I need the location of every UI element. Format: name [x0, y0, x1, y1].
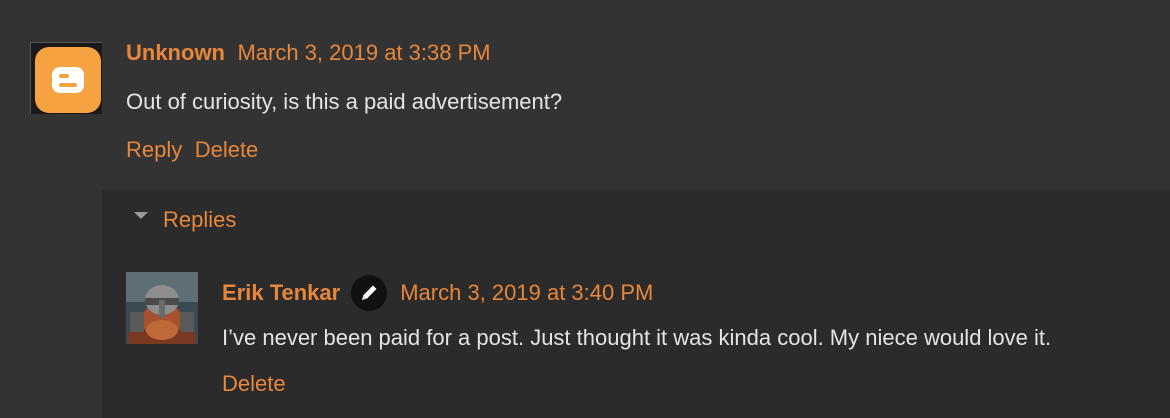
comment-author[interactable]: Unknown [126, 40, 225, 65]
reply-body: I’ve never been paid for a post. Just th… [222, 325, 1052, 350]
replies-toggle[interactable]: Replies [163, 207, 236, 233]
triangle-down-icon[interactable] [134, 212, 148, 219]
blogger-logo-icon [35, 47, 101, 113]
comment-header: Unknown March 3, 2019 at 3:38 PM [126, 40, 491, 66]
comment-timestamp[interactable]: March 3, 2019 at 3:38 PM [237, 40, 490, 65]
commenter-avatar[interactable] [30, 42, 102, 114]
reply-avatar[interactable] [126, 272, 198, 344]
reply-author[interactable]: Erik Tenkar [222, 280, 340, 306]
delete-link[interactable]: Delete [195, 137, 259, 162]
replies-panel: Replies Erik Tenkar March 3, 2019 at 3:4… [102, 190, 1170, 418]
comment-thread: Unknown March 3, 2019 at 3:38 PM Out of … [0, 0, 1170, 418]
comment-actions: Reply Delete [126, 137, 258, 163]
reply-link[interactable]: Reply [126, 137, 182, 162]
comment-body: Out of curiosity, is this a paid adverti… [126, 89, 563, 114]
reply-delete-link[interactable]: Delete [222, 371, 286, 397]
reply-timestamp[interactable]: March 3, 2019 at 3:40 PM [400, 280, 653, 306]
pencil-icon [351, 275, 388, 311]
reply-header: Erik Tenkar March 3, 2019 at 3:40 PM [222, 275, 653, 311]
